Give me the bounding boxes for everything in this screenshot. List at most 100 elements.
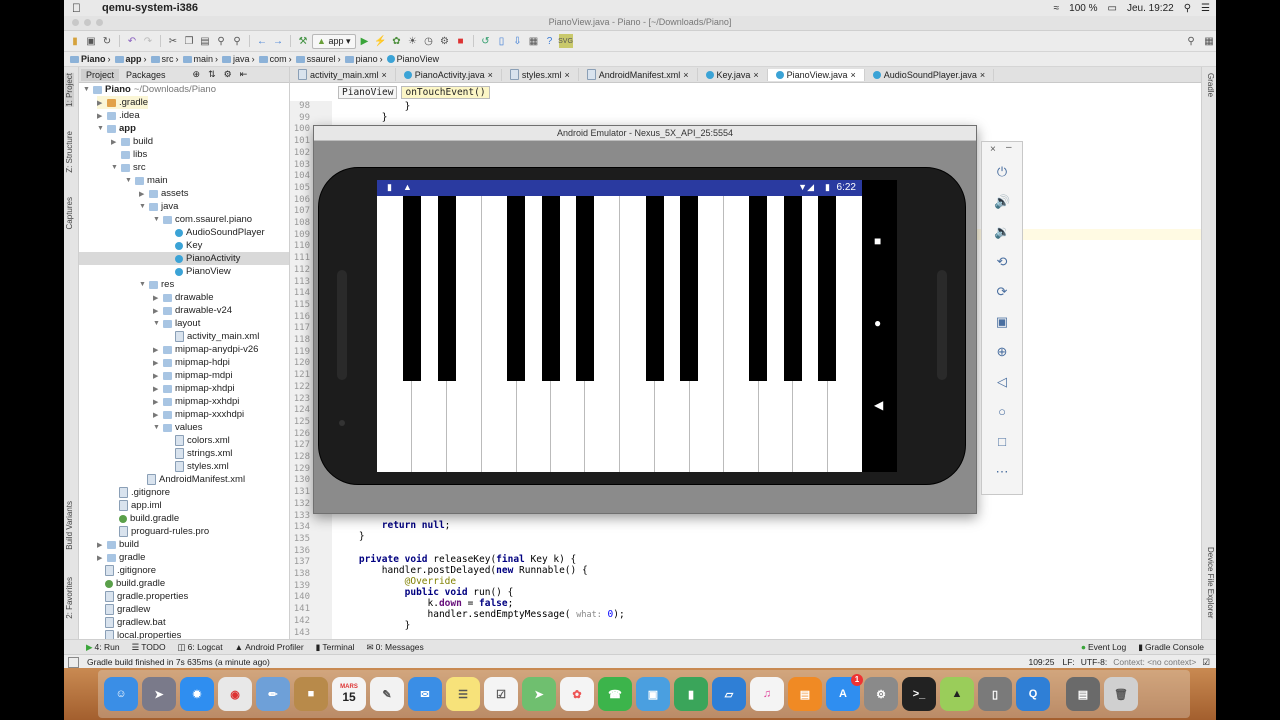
textedit-icon[interactable]: ✎	[370, 677, 404, 711]
coverage-icon[interactable]: ☀	[406, 34, 420, 48]
make-project-icon[interactable]: ⚒	[296, 34, 310, 48]
menubar-clock[interactable]: Jeu. 19:22	[1127, 3, 1174, 14]
line-separator[interactable]: LF:	[1062, 657, 1074, 667]
apple-icon[interactable]: 	[72, 1, 86, 15]
tree-item[interactable]: ▶ gradle	[97, 551, 145, 564]
editor-tab[interactable]: AndroidManifest.xml ×	[579, 68, 698, 81]
replace-icon[interactable]: ⚲	[230, 34, 244, 48]
menubar-app-name[interactable]: qemu-system-i386	[102, 2, 198, 14]
editor-tab[interactable]: Key.java ×	[698, 68, 768, 81]
tree-item[interactable]: styles.xml	[175, 460, 229, 473]
breadcrumb-item[interactable]: ssaurel ›	[295, 54, 341, 64]
breadcrumb-item[interactable]: java ›	[222, 54, 255, 64]
file-encoding[interactable]: UTF-8:	[1081, 657, 1107, 667]
tree-item[interactable]: ▶ mipmap-xxxhdpi	[153, 408, 244, 421]
close-emulator-icon[interactable]: ×	[990, 144, 996, 155]
tree-item[interactable]: ▼ java	[139, 200, 178, 213]
android-studio-icon[interactable]: ▲	[940, 677, 974, 711]
forward-icon[interactable]: →	[271, 34, 285, 48]
trash-icon[interactable]: 🗑	[1104, 677, 1138, 711]
tree-item[interactable]: ▶ drawable-v24	[153, 304, 232, 317]
collapse-all-icon[interactable]: ⇅	[208, 69, 216, 80]
recents-icon[interactable]: ■	[874, 234, 881, 248]
gradle-sync-icon[interactable]: ↺	[479, 34, 493, 48]
tree-item[interactable]: ▼ values	[153, 421, 202, 434]
finder-icon[interactable]: ☺	[104, 677, 138, 711]
caret-position[interactable]: 109:25	[1028, 657, 1054, 667]
undo-icon[interactable]: ↶	[125, 34, 139, 48]
quicktime-icon[interactable]: Q	[1016, 677, 1050, 711]
battery-icon[interactable]: ▭	[1108, 3, 1117, 14]
tree-item[interactable]: ▶ build	[97, 538, 139, 551]
cut-icon[interactable]: ✂	[166, 34, 180, 48]
rotate-right-icon[interactable]: ⟳	[994, 284, 1010, 300]
black-key[interactable]	[646, 196, 664, 381]
photos-icon[interactable]: ✿	[560, 677, 594, 711]
sync-icon[interactable]: ↻	[100, 34, 114, 48]
run-icon[interactable]: ▶	[358, 34, 372, 48]
tree-item[interactable]: ▼ com.ssaurel.piano	[153, 213, 252, 226]
svg-plugin-icon[interactable]: SVG	[558, 34, 573, 48]
tree-item[interactable]: proguard-rules.pro	[119, 525, 209, 538]
home-nav-icon[interactable]: ○	[994, 404, 1010, 419]
editor-tab[interactable]: AudioSoundPlayer.java ×	[865, 68, 995, 81]
tree-item[interactable]: ▼ app	[97, 122, 136, 135]
tree-item[interactable]: ▶ mipmap-anydpi-v26	[153, 343, 258, 356]
tree-item[interactable]: ▶ .gradle	[97, 96, 149, 109]
terminal-icon[interactable]: >_	[902, 677, 936, 711]
black-key[interactable]	[438, 196, 456, 381]
tree-item-selected[interactable]: PianoActivity	[79, 252, 289, 265]
captures-tool-tab[interactable]: Captures	[65, 197, 74, 229]
volume-down-icon[interactable]: 🔉	[994, 224, 1010, 240]
run-tool-button[interactable]: ▶ 4: Run	[80, 642, 126, 653]
tree-item[interactable]: ▶ build	[111, 135, 153, 148]
maps-icon[interactable]: ➤	[522, 677, 556, 711]
calendar-icon[interactable]: MARS 15	[332, 677, 366, 711]
save-icon[interactable]: ▣	[84, 34, 98, 48]
editor-tab[interactable]: activity_main.xml ×	[290, 68, 396, 81]
terminal-tool-button[interactable]: ▮ Terminal	[310, 642, 361, 653]
overview-nav-icon[interactable]: □	[994, 434, 1010, 449]
tree-item[interactable]: ▶ drawable	[153, 291, 214, 304]
editor-tab[interactable]: PianoActivity.java ×	[396, 68, 502, 81]
avd-manager-icon[interactable]: ▯	[495, 34, 509, 48]
black-key[interactable]	[749, 196, 767, 381]
reminders-icon[interactable]: ☑	[484, 677, 518, 711]
tree-item[interactable]: ▶ mipmap-xhdpi	[153, 382, 235, 395]
tree-item[interactable]: strings.xml	[175, 447, 232, 460]
preview-icon[interactable]: ✏	[256, 677, 290, 711]
sdk-manager-icon[interactable]: ⇩	[511, 34, 525, 48]
logcat-tool-button[interactable]: ◫ 6: Logcat	[172, 642, 229, 653]
profile-icon[interactable]: ◷	[422, 34, 436, 48]
breadcrumb-item[interactable]: com ›	[258, 54, 292, 64]
tree-item[interactable]: ▼ layout	[153, 317, 200, 330]
project-structure-icon[interactable]: ▦	[527, 34, 541, 48]
numbers-icon[interactable]: ▮	[674, 677, 708, 711]
favorites-tool-tab[interactable]: 2: Favorites	[65, 577, 74, 619]
hide-panel-icon[interactable]: ⇤	[240, 69, 248, 80]
tree-item[interactable]: ▶ .idea	[97, 109, 140, 122]
back-nav-icon[interactable]: ◁	[994, 374, 1010, 390]
structure-tool-tab[interactable]: Z: Structure	[65, 131, 74, 173]
tree-item[interactable]: .gitignore	[119, 486, 170, 499]
messages-icon[interactable]: ✉	[408, 677, 442, 711]
contacts-icon[interactable]: ■	[294, 677, 328, 711]
app-store-icon[interactable]: A1	[826, 674, 863, 711]
black-key[interactable]	[680, 196, 698, 381]
find-icon[interactable]: ⚲	[214, 34, 228, 48]
power-icon[interactable]: ⏻	[994, 164, 1010, 180]
build-variants-tool-tab[interactable]: Build Variants	[65, 501, 74, 550]
copy-icon[interactable]: ❐	[182, 34, 196, 48]
scroll-from-source-icon[interactable]: ⊕	[193, 69, 201, 80]
gradle-tool-tab[interactable]: Gradle	[1206, 73, 1215, 97]
battery-percent[interactable]: 100 %	[1069, 3, 1097, 14]
tree-item[interactable]: ▶ mipmap-mdpi	[153, 369, 233, 382]
keynote-icon[interactable]: ▱	[712, 677, 746, 711]
debug-icon[interactable]: ✿	[390, 34, 404, 48]
stop-icon[interactable]: ■	[454, 34, 468, 48]
tree-item[interactable]: Key	[175, 239, 202, 252]
itunes-icon[interactable]: ♫	[750, 677, 784, 711]
run-config-select[interactable]: ▲ app ▾	[312, 33, 356, 49]
layout-icon[interactable]: ▦	[1202, 34, 1216, 48]
home-icon[interactable]: ●	[874, 316, 881, 330]
